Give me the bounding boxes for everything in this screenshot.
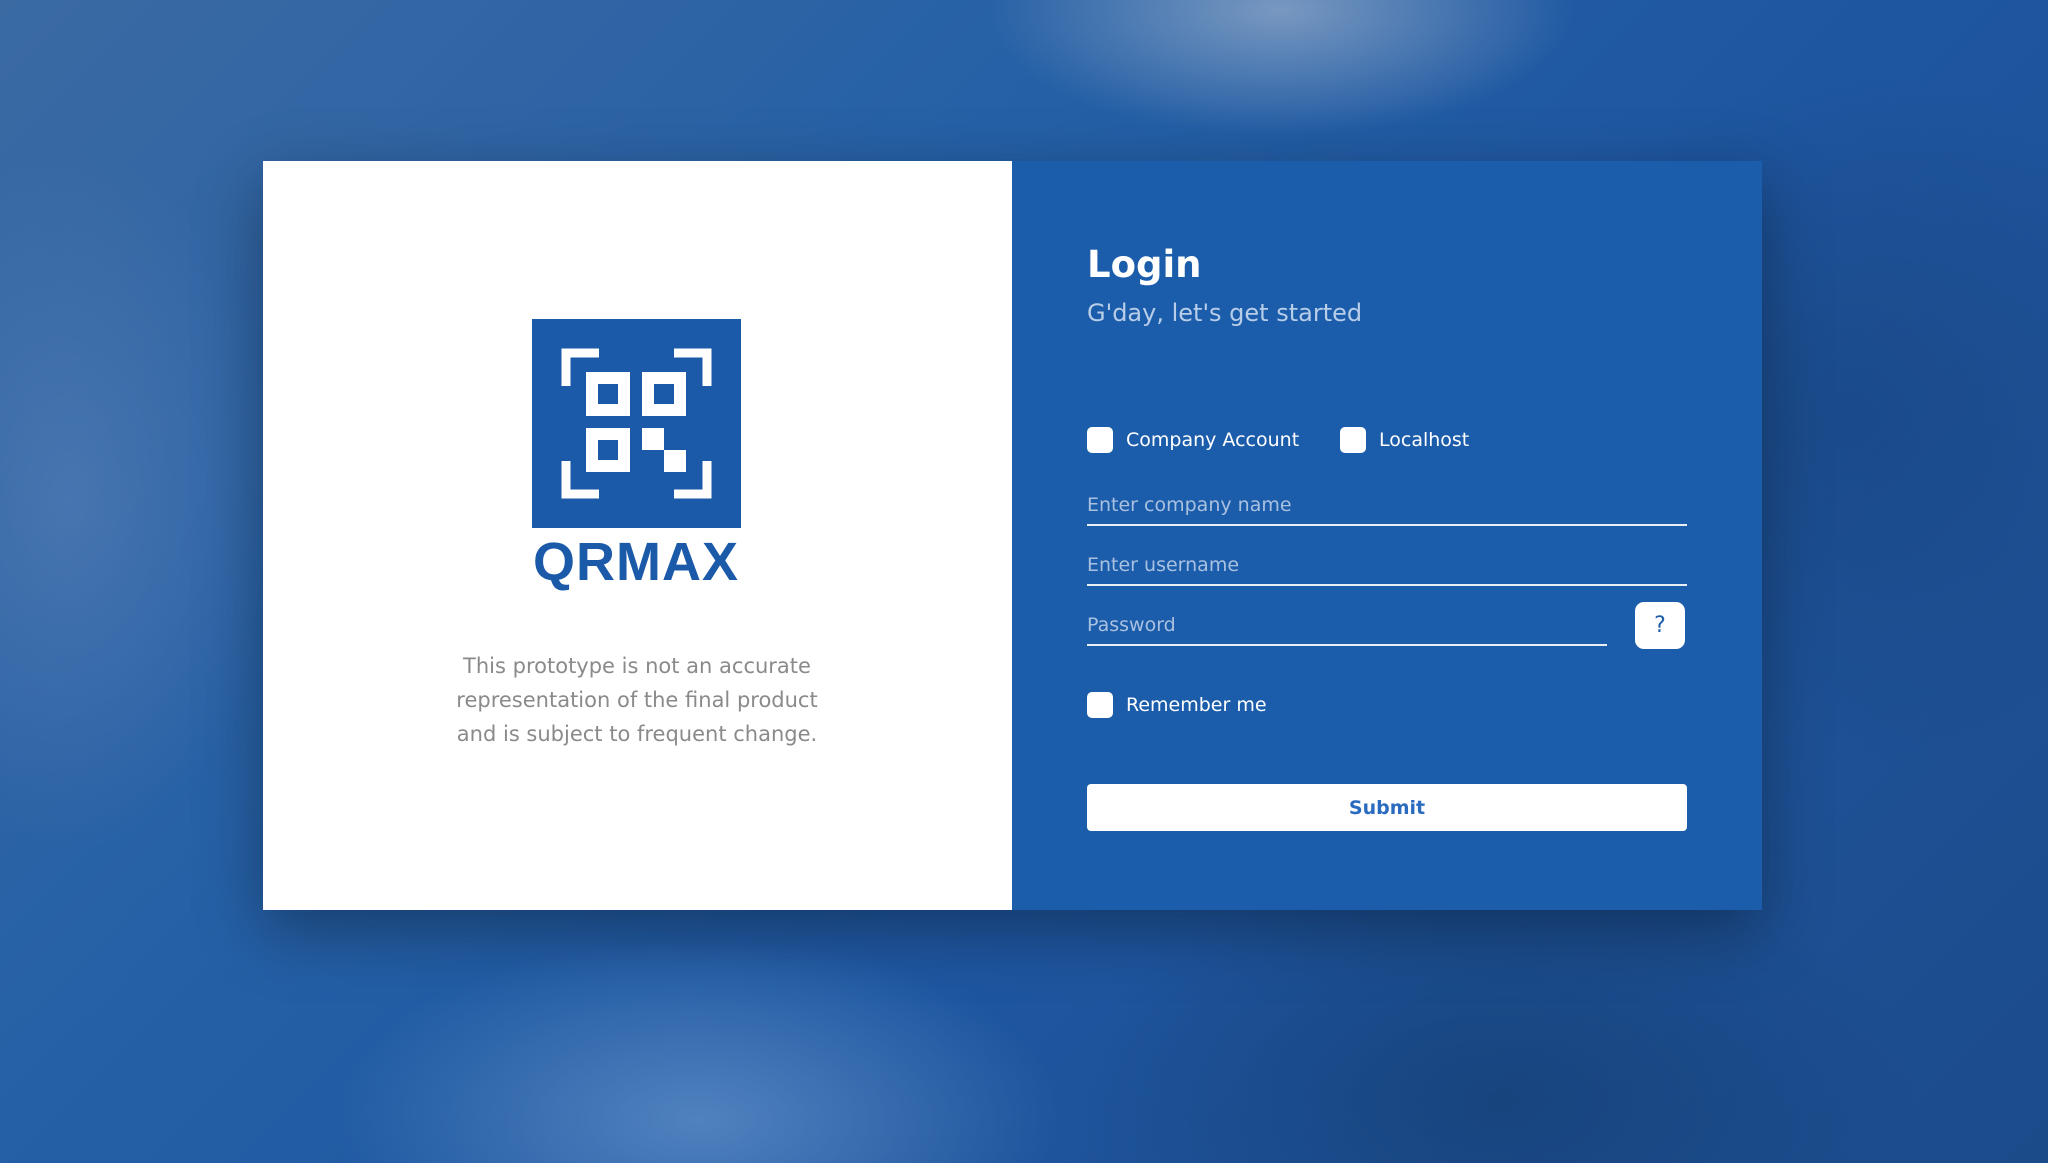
localhost-option[interactable]: Localhost	[1340, 427, 1469, 453]
remember-me-option[interactable]: Remember me	[1087, 692, 1267, 718]
disclaimer-text: This prototype is not an accurate repres…	[456, 654, 818, 746]
localhost-label: Localhost	[1379, 429, 1470, 451]
submit-button[interactable]: Submit	[1087, 784, 1687, 831]
company-account-option[interactable]: Company Account	[1087, 427, 1299, 453]
password-help-button[interactable]: ?	[1635, 602, 1685, 649]
remember-me-label: Remember me	[1126, 694, 1267, 716]
brand-panel: QRMAX This prototype is not an accurate …	[263, 161, 1012, 910]
company-name-input[interactable]	[1087, 494, 1687, 526]
password-input[interactable]	[1087, 614, 1607, 646]
company-account-label: Company Account	[1126, 429, 1300, 451]
qr-code-icon	[532, 319, 741, 528]
localhost-checkbox[interactable]	[1340, 427, 1366, 453]
remember-me-checkbox[interactable]	[1087, 692, 1113, 718]
company-account-checkbox[interactable]	[1087, 427, 1113, 453]
login-card: QRMAX This prototype is not an accurate …	[263, 161, 1762, 910]
brand-name: QRMAX	[533, 532, 739, 592]
username-input[interactable]	[1087, 554, 1687, 586]
login-title: Login	[1087, 243, 1202, 286]
login-panel: Login G'day, let's get started Company A…	[1012, 161, 1762, 910]
login-subtitle: G'day, let's get started	[1087, 299, 1363, 327]
